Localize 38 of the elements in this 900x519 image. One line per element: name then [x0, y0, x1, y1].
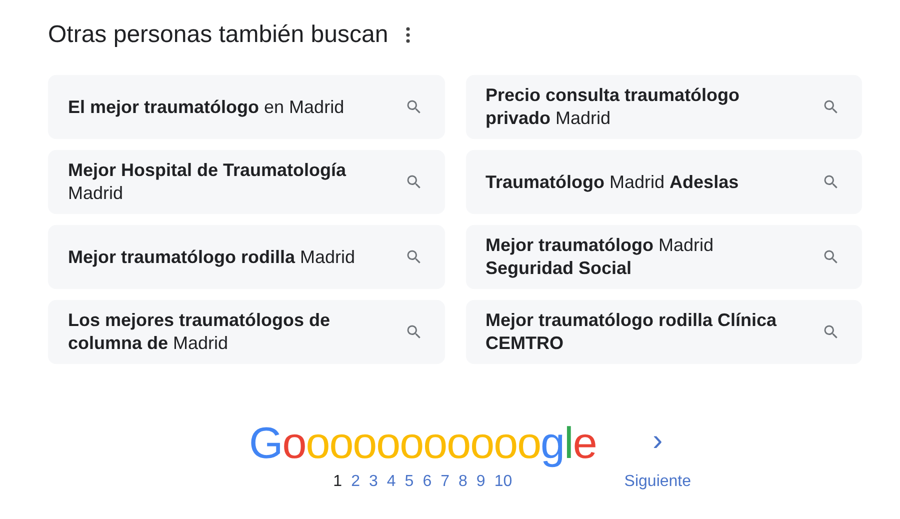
related-search-chip[interactable]: Mejor Hospital de Traumatología Madrid: [48, 150, 444, 214]
search-suggestion: Mejor traumatólogo Madrid Seguridad Social: [486, 234, 715, 280]
related-search-chip[interactable]: Los mejores traumatólogos de columna de Madrid: [48, 300, 444, 364]
related-search-chip[interactable]: Precio consulta traumatólogo privado Madrid: [466, 75, 862, 139]
search-suggestion: El mejor traumatólogo en Madrid: [68, 96, 346, 118]
search-icon: [404, 248, 422, 266]
related-search-chip[interactable]: Mejor traumatólogo rodilla Clínica CEMTRO: [466, 300, 862, 364]
search-icon: [404, 173, 422, 191]
section-heading: Otras personas también buscan: [48, 20, 388, 50]
search-icon: [822, 323, 840, 341]
search-suggestion: Precio consulta traumatólogo privado Madrid: [486, 84, 741, 130]
next-page-link[interactable]: › Siguiente: [624, 426, 692, 494]
google-wordmark: Gooooooooooogle: [248, 422, 596, 466]
search-suggestion: Traumatólogo Madrid Adeslas: [486, 170, 740, 194]
search-icon: [822, 173, 840, 191]
page-number-link[interactable]: 6: [422, 470, 432, 494]
related-search-chip[interactable]: Mejor traumatólogo Madrid Seguridad Social: [466, 225, 862, 289]
search-icon: [404, 323, 422, 341]
search-suggestion: Mejor traumatólogo rodilla Clínica CEMTRO: [486, 309, 778, 355]
more-options-icon[interactable]: [406, 27, 410, 43]
page-number-link[interactable]: 1: [333, 470, 342, 494]
related-search-chip[interactable]: Traumatólogo Madrid Adeslas: [466, 150, 862, 214]
page-number-link[interactable]: 10: [494, 470, 512, 494]
related-search-chip[interactable]: Mejor traumatólogo rodilla Madrid: [48, 225, 444, 289]
page-number-link[interactable]: 3: [368, 470, 378, 494]
related-search-chip[interactable]: El mejor traumatólogo en Madrid: [48, 75, 444, 139]
search-suggestion: Mejor traumatólogo rodilla Madrid: [68, 246, 356, 268]
page-number-link[interactable]: 7: [440, 470, 450, 494]
page-number-link[interactable]: 8: [458, 470, 468, 494]
search-icon: [822, 248, 840, 266]
search-suggestion: Los mejores traumatólogos de columna de Madrid: [68, 309, 332, 355]
page-number-link[interactable]: 5: [404, 470, 414, 494]
search-suggestion: Mejor Hospital de Traumatología Madrid: [68, 159, 348, 205]
page-number-link[interactable]: 4: [386, 470, 396, 494]
search-icon: [822, 98, 840, 116]
page-number-link[interactable]: 9: [476, 470, 486, 494]
page-number-link[interactable]: 2: [351, 470, 360, 494]
search-icon: [404, 98, 422, 116]
